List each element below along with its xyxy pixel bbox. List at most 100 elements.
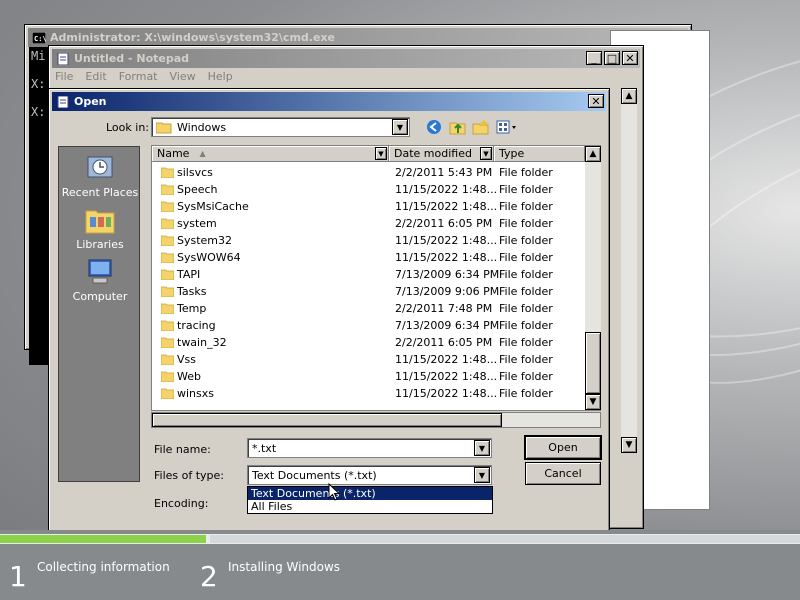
file-type-value: Text Documents (*.txt) (252, 468, 377, 482)
encoding-label: Encoding: (154, 497, 209, 510)
place-libraries[interactable]: Libraries (59, 205, 141, 251)
table-row[interactable]: tracing 7/13/2009 6:34 PM File folder (152, 317, 585, 334)
file-name-input[interactable]: *.txt ▼ (247, 438, 492, 458)
date-cell: 11/15/2022 1:48... (395, 183, 498, 196)
file-name-cell: Vss (177, 353, 196, 366)
chevron-down-icon[interactable]: ▼ (474, 467, 490, 483)
chevron-down-icon[interactable]: ▼ (375, 147, 387, 160)
table-row[interactable]: SysMsiCache 11/15/2022 1:48... File folder (152, 198, 585, 215)
scroll-up-arrow[interactable]: ▲ (621, 88, 637, 104)
folder-icon (161, 269, 174, 280)
notepad-titlebar[interactable]: Untitled - Notepad _ □ ✕ (52, 49, 640, 68)
menu-format[interactable]: Format (119, 70, 158, 86)
cancel-button[interactable]: Cancel (525, 462, 601, 485)
menu-view[interactable]: View (170, 70, 196, 86)
place-label: Libraries (76, 238, 124, 251)
libraries-icon (85, 210, 115, 234)
option-all-files[interactable]: All Files (248, 500, 492, 513)
maximize-button[interactable]: □ (604, 51, 620, 65)
menu-file[interactable]: File (55, 70, 73, 86)
folder-icon (161, 218, 174, 229)
chevron-down-icon[interactable]: ▼ (480, 147, 492, 160)
folder-icon (161, 354, 174, 365)
up-folder-icon[interactable] (449, 118, 467, 136)
table-row[interactable]: system 2/2/2011 6:05 PM File folder (152, 215, 585, 232)
table-row[interactable]: Vss 11/15/2022 1:48... File folder (152, 351, 585, 368)
chevron-down-icon[interactable]: ▼ (392, 119, 408, 135)
file-list-hscrollbar[interactable] (151, 412, 601, 428)
table-row[interactable]: Web 11/15/2022 1:48... File folder (152, 368, 585, 385)
scroll-up-arrow[interactable]: ▲ (585, 146, 601, 162)
type-cell: File folder (499, 370, 553, 383)
computer-icon (88, 259, 112, 284)
place-computer[interactable]: Computer (59, 257, 141, 303)
close-button[interactable]: ✕ (588, 94, 604, 108)
option-text-documents[interactable]: Text Documents (*.txt) (248, 487, 492, 500)
date-cell: 11/15/2022 1:48... (395, 234, 498, 247)
file-type-options[interactable]: Text Documents (*.txt) All Files (247, 486, 493, 514)
file-list-scrollbar[interactable]: ▲ ▼ (585, 146, 601, 410)
column-label: Date modified (394, 147, 472, 160)
scroll-down-arrow[interactable]: ▼ (585, 394, 601, 410)
file-name-cell: Web (177, 370, 201, 383)
column-header-type[interactable]: Type (494, 146, 585, 162)
minimize-button[interactable]: _ (586, 51, 602, 65)
type-cell: File folder (499, 166, 553, 179)
date-cell: 2/2/2011 7:48 PM (395, 302, 493, 315)
folder-icon (161, 388, 174, 399)
open-dialog-titlebar[interactable]: Open ✕ (52, 92, 606, 111)
file-name-cell: winsxs (177, 387, 214, 400)
file-name-cell: twain_32 (177, 336, 227, 349)
table-row[interactable]: Tasks 7/13/2009 9:06 PM File folder (152, 283, 585, 300)
table-row[interactable]: winsxs 11/15/2022 1:48... File folder (152, 385, 585, 402)
close-button[interactable]: ✕ (622, 51, 638, 65)
new-folder-icon[interactable] (472, 118, 490, 136)
menu-edit[interactable]: Edit (85, 70, 106, 86)
folder-icon (161, 371, 174, 382)
file-type-dropdown[interactable]: Text Documents (*.txt) ▼ (247, 465, 492, 485)
notepad-icon (57, 95, 69, 108)
scroll-thumb[interactable] (152, 413, 502, 427)
scroll-thumb[interactable] (585, 332, 601, 394)
look-in-dropdown[interactable]: Windows ▼ (151, 117, 410, 137)
type-cell: File folder (499, 183, 553, 196)
back-icon[interactable] (426, 119, 442, 135)
notepad-title: Untitled - Notepad (74, 52, 190, 65)
date-cell: 11/15/2022 1:48... (395, 387, 498, 400)
file-name-value: *.txt (252, 441, 277, 455)
file-list[interactable]: Name ▲ ▼ Date modified ▼ Type silsvcs 2/2… (151, 145, 601, 411)
file-name-cell: SysWOW64 (177, 251, 241, 264)
file-type-label: Files of type: (154, 469, 225, 482)
type-cell: File folder (499, 234, 553, 247)
table-row[interactable]: Temp 2/2/2011 7:48 PM File folder (152, 300, 585, 317)
column-header-name[interactable]: Name ▲ ▼ (152, 146, 389, 162)
table-row[interactable]: TAPI 7/13/2009 6:34 PM File folder (152, 266, 585, 283)
chevron-down-icon[interactable]: ▼ (474, 440, 490, 456)
folder-icon (161, 235, 174, 246)
type-cell: File folder (499, 268, 553, 281)
type-cell: File folder (499, 387, 553, 400)
view-menu-icon[interactable] (496, 120, 520, 134)
table-row[interactable]: Speech 11/15/2022 1:48... File folder (152, 181, 585, 198)
notepad-icon (57, 52, 69, 65)
table-row[interactable]: SysWOW64 11/15/2022 1:48... File folder (152, 249, 585, 266)
table-row[interactable]: silsvcs 2/2/2011 5:43 PM File folder (152, 164, 585, 181)
scroll-down-arrow[interactable]: ▼ (621, 437, 637, 453)
place-recent-places[interactable]: Recent Places (59, 153, 141, 199)
column-header-date[interactable]: Date modified ▼ (389, 146, 494, 162)
folder-icon (161, 167, 174, 178)
date-cell: 2/2/2011 6:05 PM (395, 217, 493, 230)
menu-help[interactable]: Help (208, 70, 233, 86)
folder-icon (161, 337, 174, 348)
type-cell: File folder (499, 285, 553, 298)
step-number: 2 (200, 560, 218, 593)
date-cell: 11/15/2022 1:48... (395, 251, 498, 264)
open-button[interactable]: Open (524, 435, 602, 460)
notepad-scrollbar[interactable]: ▲ ▼ (621, 88, 637, 453)
step-number: 1 (9, 560, 27, 593)
table-row[interactable]: twain_32 2/2/2011 6:05 PM File folder (152, 334, 585, 351)
folder-icon (156, 122, 172, 133)
table-row[interactable]: System32 11/15/2022 1:48... File folder (152, 232, 585, 249)
cmd-icon: C:\ (32, 31, 46, 44)
date-cell: 7/13/2009 6:34 PM (395, 319, 500, 332)
